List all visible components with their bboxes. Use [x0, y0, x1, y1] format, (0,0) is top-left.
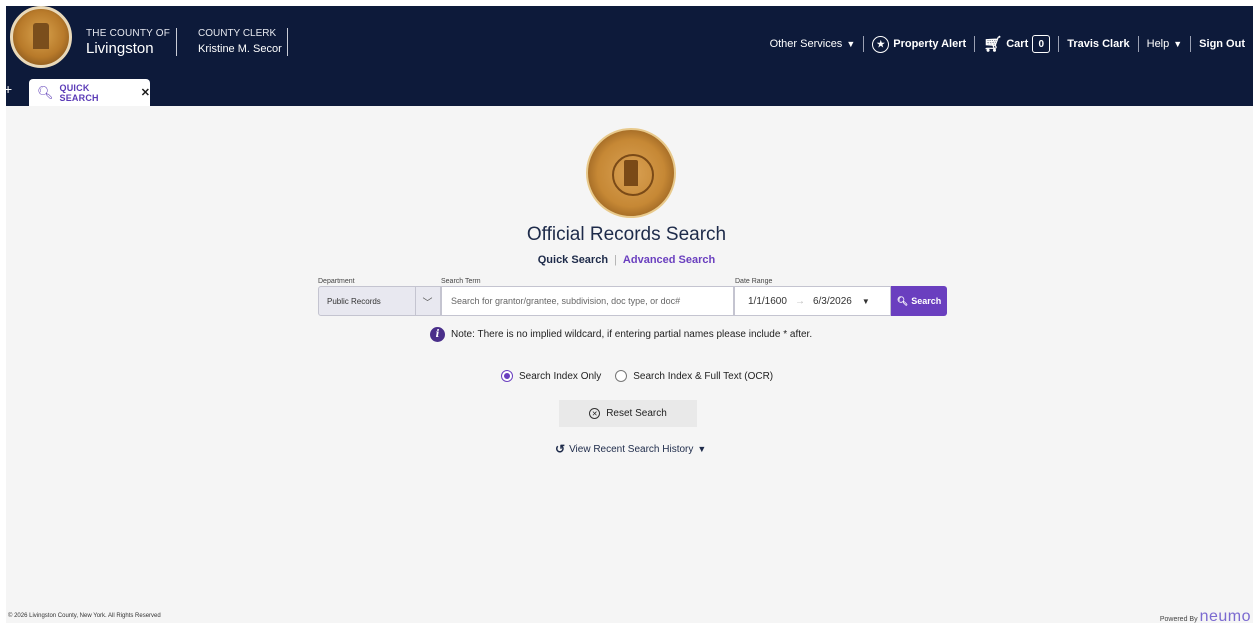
- arrow-right-icon: →: [794, 295, 805, 307]
- caret-down-icon: ▼: [846, 39, 856, 49]
- help-label: Help: [1146, 38, 1170, 50]
- wildcard-note: i Note: There is no implied wildcard, if…: [430, 327, 812, 342]
- caret-down-icon[interactable]: ▼: [862, 297, 870, 306]
- nav-divider: [863, 36, 865, 52]
- property-alert-link[interactable]: ★ Property Alert: [872, 35, 967, 53]
- user-account-link[interactable]: Travis Clark: [1067, 38, 1129, 50]
- search-input[interactable]: [441, 286, 734, 316]
- tab-quick-search[interactable]: 🔍︎ QUICK SEARCH ✕: [29, 79, 150, 106]
- date-from[interactable]: 1/1/1600: [748, 296, 787, 307]
- caret-down-icon: ▼: [1173, 39, 1183, 49]
- advanced-search-link[interactable]: Advanced Search: [623, 254, 715, 266]
- department-label: Department: [318, 278, 355, 285]
- department-select[interactable]: Public Records ﹀: [318, 286, 441, 316]
- add-tab-button[interactable]: +: [4, 81, 12, 97]
- quick-search-link[interactable]: Quick Search: [538, 254, 608, 266]
- info-icon: i: [430, 327, 445, 342]
- search-mode-switch: Quick Search | Advanced Search: [0, 254, 1253, 266]
- reset-search-label: Reset Search: [606, 408, 667, 419]
- radio-index-full-text[interactable]: Search Index & Full Text (OCR): [615, 370, 773, 382]
- header-divider: [176, 28, 177, 56]
- cart-icon: 🛒︎: [983, 35, 1003, 53]
- close-icon[interactable]: ✕: [141, 86, 150, 99]
- county-name: Livingston: [86, 40, 154, 57]
- cart-label: Cart: [1006, 38, 1029, 50]
- nav-divider: [1058, 36, 1060, 52]
- app-header: THE COUNTY OF Livingston COUNTY CLERK Kr…: [6, 6, 1253, 106]
- county-of-label: THE COUNTY OF: [86, 28, 171, 39]
- cart-count-badge: 0: [1032, 35, 1051, 53]
- history-label: View Recent Search History: [569, 443, 694, 455]
- user-name: Travis Clark: [1067, 38, 1130, 50]
- search-button-label: Search: [911, 296, 942, 306]
- cart-link[interactable]: 🛒︎ Cart 0: [983, 35, 1051, 53]
- chevron-down-icon: ﹀: [415, 287, 439, 315]
- sign-out-label: Sign Out: [1199, 38, 1245, 50]
- close-circle-icon: ✕: [589, 408, 601, 419]
- top-navigation: Other Services ▼ ★ Property Alert 🛒︎ Car…: [770, 34, 1245, 54]
- clerk-title: COUNTY CLERK: [198, 28, 277, 39]
- nav-divider: [974, 36, 976, 52]
- property-alert-label: Property Alert: [893, 38, 967, 50]
- radio-index-full-text-label: Search Index & Full Text (OCR): [633, 370, 774, 382]
- county-seal-image: [586, 128, 676, 218]
- radio-index-only[interactable]: Search Index Only: [501, 370, 601, 382]
- department-value: Public Records: [327, 296, 381, 306]
- sign-out-link[interactable]: Sign Out: [1199, 38, 1245, 50]
- recent-search-history-toggle[interactable]: ↺ View Recent Search History ▼: [555, 442, 706, 456]
- clerk-name: Kristine M. Secor: [198, 43, 282, 55]
- date-range-picker[interactable]: 1/1/1600 → 6/3/2026 ▼: [734, 286, 891, 316]
- help-menu[interactable]: Help ▼: [1147, 38, 1183, 50]
- nav-divider: [1190, 36, 1192, 52]
- clerk-info: COUNTY CLERK Kristine M. Secor: [198, 28, 282, 55]
- tab-label: QUICK SEARCH: [59, 82, 99, 103]
- county-seal-logo[interactable]: [10, 6, 72, 68]
- footer-copyright: © 2026 Livingston County, New York. All …: [8, 613, 161, 619]
- search-scope-options: Search Index Only Search Index & Full Te…: [501, 370, 787, 382]
- powered-by-label: Powered By: [1159, 616, 1198, 623]
- page-title: Official Records Search: [526, 224, 727, 245]
- header-divider: [287, 28, 288, 56]
- radio-selected-indicator[interactable]: [501, 370, 513, 382]
- radio-index-only-label: Search Index Only: [519, 370, 602, 382]
- radio-unselected-indicator[interactable]: [615, 370, 628, 382]
- search-term-label: Search Term: [441, 278, 481, 285]
- date-range-label: Date Range: [735, 278, 773, 285]
- date-to[interactable]: 6/3/2026: [813, 296, 852, 307]
- other-services-label: Other Services: [769, 38, 843, 50]
- nav-divider: [1137, 36, 1139, 52]
- search-icon: 🔍︎: [896, 295, 909, 306]
- caret-down-icon: ▼: [697, 444, 707, 454]
- search-icon: 🔍︎: [37, 84, 54, 100]
- county-branding: THE COUNTY OF Livingston: [86, 28, 170, 57]
- footer-powered-by[interactable]: Powered By neumo: [1160, 608, 1251, 623]
- note-text: Note: There is no implied wildcard, if e…: [451, 329, 813, 340]
- search-button[interactable]: 🔍︎ Search: [891, 286, 947, 316]
- mode-divider: |: [614, 254, 617, 266]
- reset-search-button[interactable]: ✕ Reset Search: [559, 400, 697, 427]
- shield-star-icon: ★: [872, 35, 890, 53]
- neumo-logo: neumo: [1199, 608, 1251, 623]
- other-services-menu[interactable]: Other Services ▼: [770, 38, 856, 50]
- history-icon: ↺: [555, 442, 566, 456]
